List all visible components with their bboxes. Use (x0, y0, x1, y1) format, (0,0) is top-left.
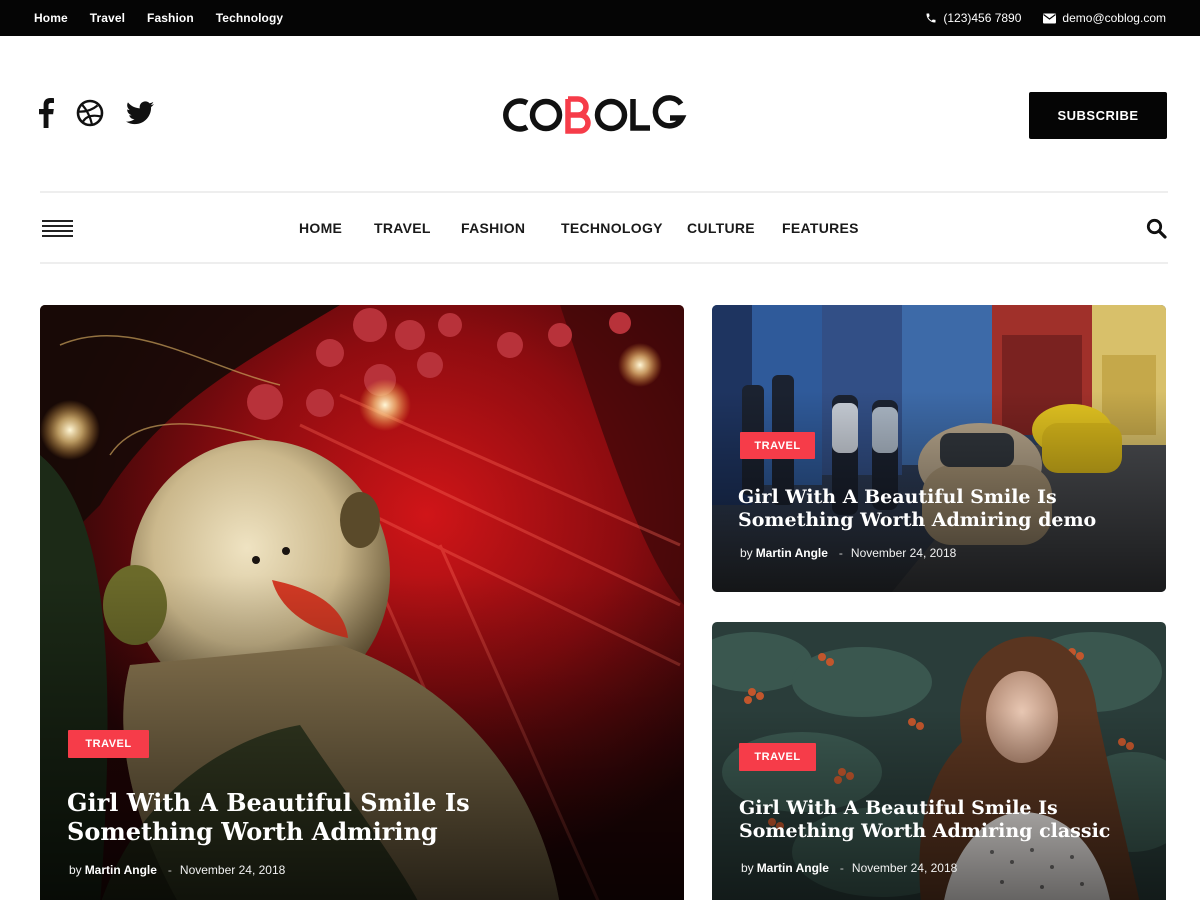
post-title[interactable]: Girl With A Beautiful Smile Is Something… (67, 788, 507, 847)
top-bar: Home Travel Fashion Technology (123)456 … (0, 0, 1200, 36)
nav-divider-top (40, 191, 1168, 193)
by-label: by (741, 861, 754, 875)
by-label: by (69, 863, 82, 877)
twitter-icon[interactable] (126, 101, 154, 130)
post-card[interactable]: TRAVEL Girl With A Beautiful Smile Is So… (712, 622, 1166, 900)
facebook-icon[interactable] (38, 98, 54, 133)
subscribe-button[interactable]: SUBSCRIBE (1029, 92, 1167, 139)
phone-number: (123)456 7890 (943, 11, 1022, 25)
top-nav: Home Travel Fashion Technology (34, 0, 283, 36)
dribbble-icon[interactable] (76, 99, 104, 132)
category-badge[interactable]: TRAVEL (739, 743, 816, 771)
social-links (38, 98, 154, 133)
meta-separator: - (838, 546, 843, 560)
top-nav-technology[interactable]: Technology (216, 11, 283, 25)
phone-icon (925, 12, 937, 24)
email-contact[interactable]: demo@coblog.com (1043, 11, 1166, 25)
meta-separator: - (839, 861, 844, 875)
nav-item-features[interactable]: FEATURES (782, 220, 859, 236)
author-link[interactable]: Martin Angle (756, 546, 828, 560)
author-link[interactable]: Martin Angle (757, 861, 829, 875)
nav-divider-bottom (40, 262, 1168, 264)
top-nav-travel[interactable]: Travel (90, 11, 125, 25)
post-date: November 24, 2018 (179, 863, 286, 877)
post-meta: by Martin Angle - November 24, 2018 (69, 863, 285, 877)
post-meta: by Martin Angle - November 24, 2018 (740, 546, 956, 560)
by-label: by (740, 546, 753, 560)
site-logo[interactable] (500, 90, 690, 140)
email-address: demo@coblog.com (1062, 11, 1166, 25)
category-badge[interactable]: TRAVEL (740, 432, 815, 459)
search-icon[interactable] (1146, 218, 1167, 244)
post-meta: by Martin Angle - November 24, 2018 (741, 861, 957, 875)
category-badge[interactable]: TRAVEL (68, 730, 149, 758)
post-date: November 24, 2018 (850, 546, 957, 560)
post-title[interactable]: Girl With A Beautiful Smile Is Something… (738, 486, 1158, 532)
contact-info: (123)456 7890 demo@coblog.com (925, 0, 1166, 36)
featured-post-card[interactable]: TRAVEL Girl With A Beautiful Smile Is So… (40, 305, 684, 900)
nav-item-technology[interactable]: TECHNOLOGY (561, 220, 663, 236)
author-link[interactable]: Martin Angle (85, 863, 157, 877)
envelope-icon (1043, 13, 1057, 24)
nav-item-travel[interactable]: TRAVEL (374, 220, 431, 236)
main-nav: HOME TRAVEL FASHION TECHNOLOGY CULTURE F… (0, 212, 1200, 244)
top-nav-home[interactable]: Home (34, 11, 68, 25)
post-card[interactable]: TRAVEL Girl With A Beautiful Smile Is So… (712, 305, 1166, 592)
top-nav-fashion[interactable]: Fashion (147, 11, 194, 25)
post-date: November 24, 2018 (851, 861, 958, 875)
nav-item-culture[interactable]: CULTURE (687, 220, 755, 236)
meta-separator: - (167, 863, 172, 877)
nav-item-home[interactable]: HOME (299, 220, 342, 236)
post-title[interactable]: Girl With A Beautiful Smile Is Something… (739, 797, 1159, 843)
nav-item-fashion[interactable]: FASHION (461, 220, 525, 236)
phone-contact[interactable]: (123)456 7890 (925, 11, 1021, 25)
